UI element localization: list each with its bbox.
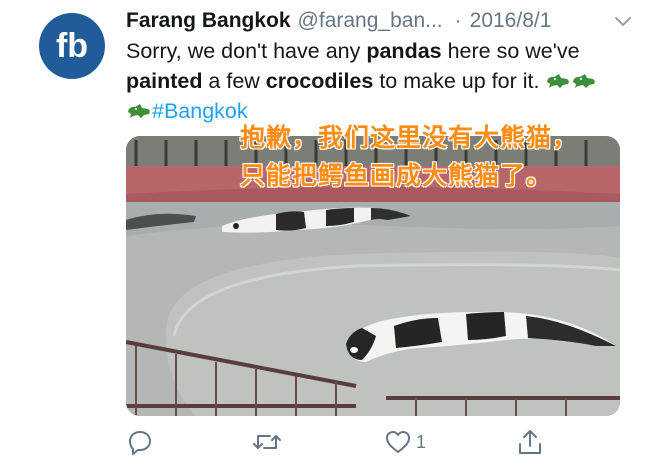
chevron-down-icon[interactable] [614,12,632,30]
share-button[interactable] [516,425,548,459]
caption-line-2: 只能把鳄鱼画成大熊猫了。 [240,162,553,190]
bold-word-crocodiles: crocodiles [265,69,374,93]
bold-word-painted: painted [126,69,203,93]
crocodile-emoji-icon [547,74,570,88]
text-part: here so we've [441,39,580,63]
reply-icon [129,431,151,455]
reply-button[interactable] [126,425,158,459]
bold-word-pandas: pandas [366,39,442,63]
heart-icon [386,431,410,453]
tweet-date[interactable]: 2016/8/1 [470,9,552,33]
crocodile-emoji-icon [128,104,150,118]
svg-text:fb: fb [56,27,88,65]
text-part: Sorry, we don't have any [126,39,367,63]
crocodile-emoji-icon [573,74,596,88]
tweet-actions: 1 [126,425,546,459]
hashtag-link[interactable]: #Bangkok [152,99,248,123]
text-part: to make up for it. [373,69,546,93]
retweet-button[interactable] [252,425,286,459]
text-part: a few [202,69,266,93]
like-button[interactable]: 1 [384,425,426,459]
separator-dot: · [454,9,462,32]
fb-logo-icon: fb [56,27,88,65]
avatar[interactable]: fb [39,13,105,79]
caption-line-1: 抱歉，我们这里没有大熊猫， [240,124,579,152]
author-name[interactable]: Farang Bangkok [126,9,291,33]
like-count: 1 [416,431,427,452]
tweet-header: Farang Bangkok @farang_ban... · 2016/8/1 [126,6,636,36]
share-icon [519,430,541,454]
tweet-text: Sorry, we don't have any pandas here so … [126,36,616,126]
retweet-icon [253,435,281,449]
author-handle[interactable]: @farang_ban... [298,9,443,33]
